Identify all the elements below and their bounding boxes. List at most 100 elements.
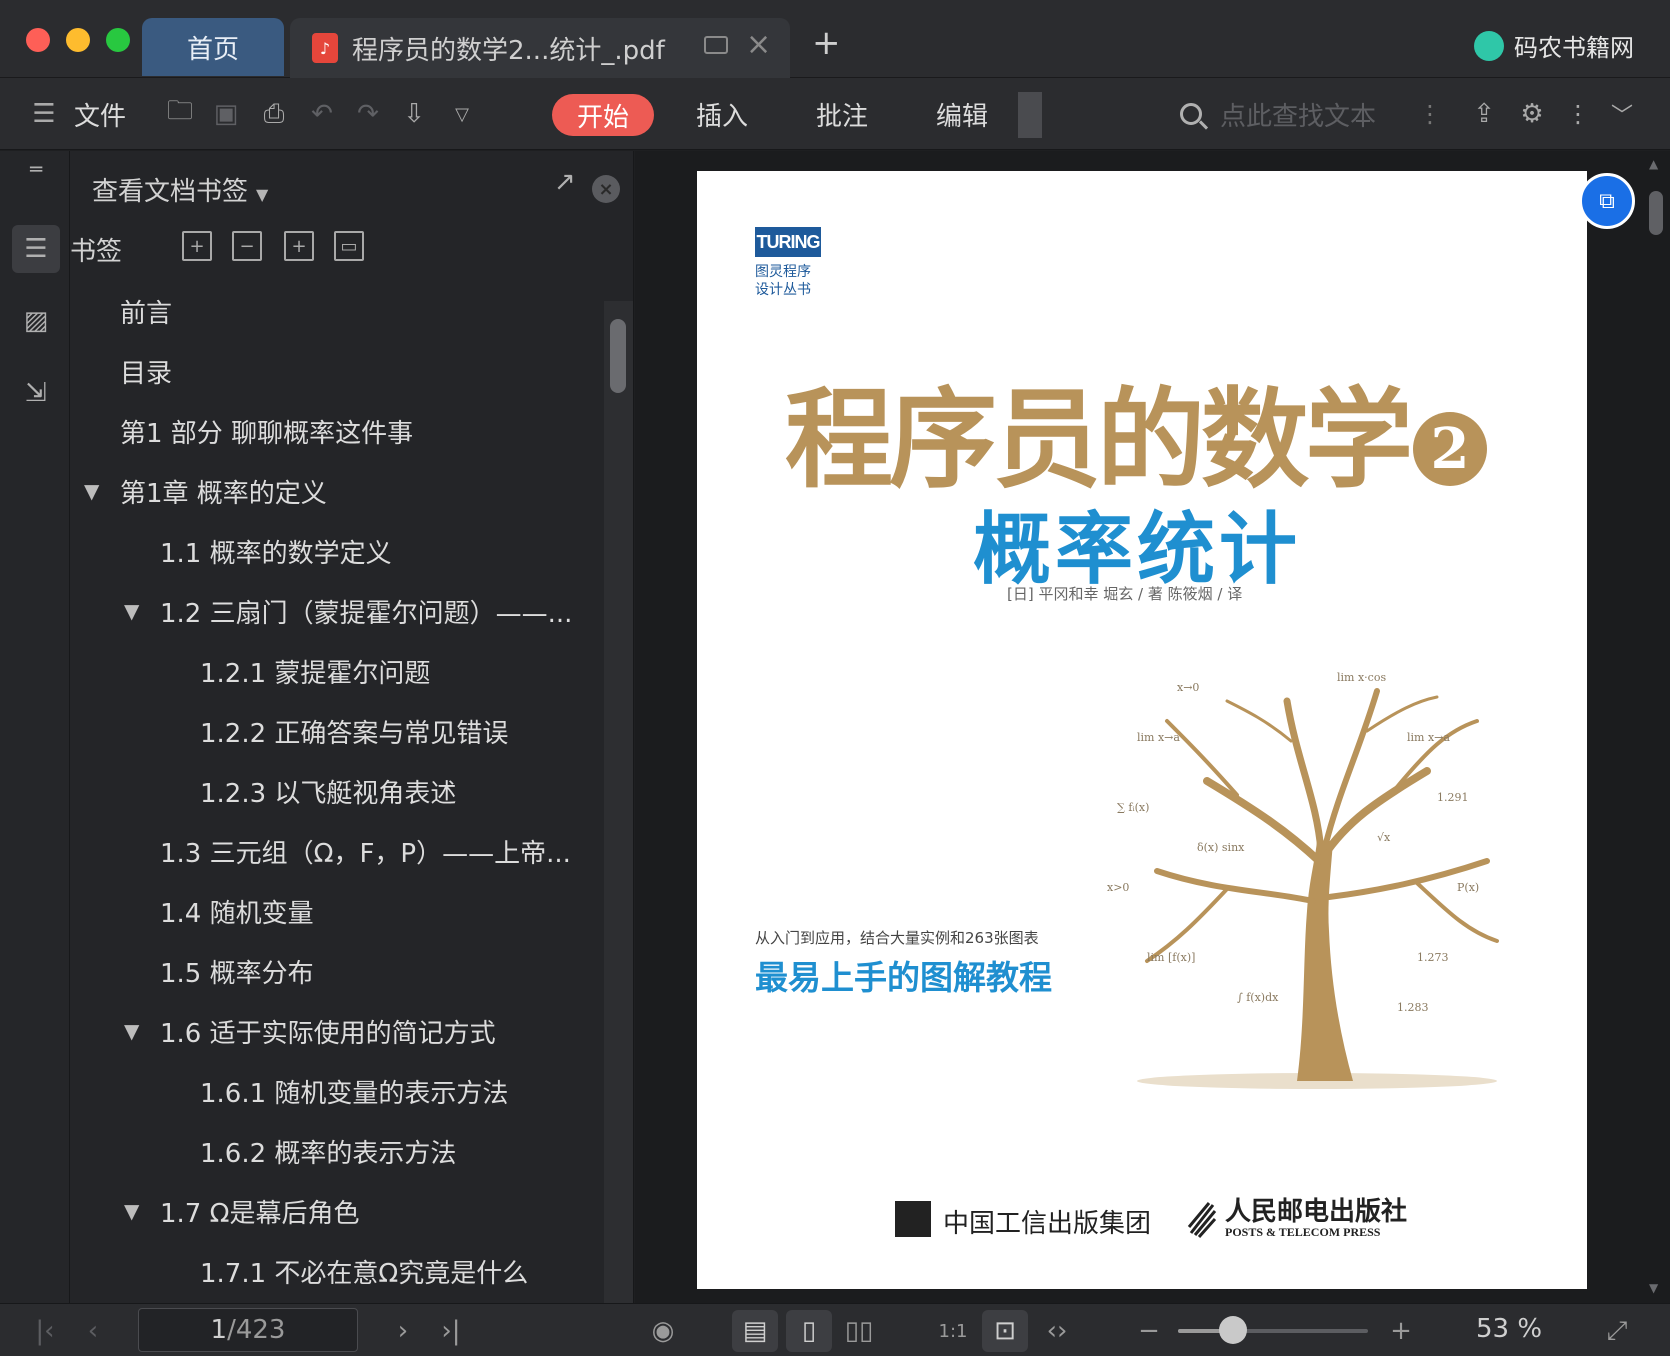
bookmark-panel: 查看文档书签 ▼ ↗ × 书签 + − + ▭ 前言 目录 第1 部分 聊聊概率这件事… [70,151,634,1303]
bookmark-item[interactable]: 1.6.2 概率的表示方法 [200,1121,456,1181]
share-icon[interactable]: ⇪ [1466,96,1502,132]
expand-arrow-icon[interactable]: ▼ [84,479,99,503]
first-page-icon[interactable]: |‹ [28,1314,62,1348]
rail-drag-handle-icon[interactable]: ═ [12,157,60,181]
expand-arrow-icon[interactable]: ▼ [124,599,139,623]
bookmark-scrollbar-thumb[interactable] [610,319,626,393]
scroll-up-arrow-icon[interactable]: ▲ [1649,157,1658,171]
current-page[interactable]: 1 [211,1315,228,1345]
svg-text:lim x→a: lim x→a [1407,731,1450,744]
redo-icon[interactable]: ↷ [350,96,386,132]
close-tab-icon[interactable]: × [746,30,771,60]
status-bar: |‹ ‹ 1/423 › ›| ◉ ▤ ▯ ▯▯ 1:1 ⊡ ‹› − + 53… [0,1303,1670,1356]
svg-text:∑ fᵢ(x): ∑ fᵢ(x) [1117,801,1149,814]
bookmark-section-label: 书签 [70,237,123,267]
new-tab-button[interactable]: + [812,26,841,60]
left-icon-rail: ═ ☰ ▨ ⇲ [0,151,70,1303]
zoom-window-button[interactable] [106,28,130,52]
fit-width-icon[interactable]: ‹› [1040,1314,1074,1348]
convert-word-icon[interactable]: ⇲ [12,369,60,417]
search-input[interactable]: 点此查找文本 [1220,96,1376,133]
bookmark-list-icon[interactable]: ☰ [12,225,60,273]
more-options-icon[interactable]: ⋮ [1560,96,1596,132]
bookmark-item[interactable]: 1.6 适于实际使用的简记方式 [160,1001,496,1061]
panel-title-label: 查看文档书签 [92,177,249,207]
scroll-down-arrow-icon[interactable]: ▼ [1649,1281,1658,1295]
bookmark-item[interactable]: 1.7.1 不必在意Ω究竟是什么 [200,1241,528,1301]
add-bookmark-icon[interactable]: + [182,231,212,261]
bookmark-item[interactable]: 第1 部分 聊聊概率这件事 [120,401,413,461]
panel-popout-icon[interactable]: ↗ [554,167,576,197]
search-box[interactable]: 点此查找文本 [1180,78,1376,150]
floating-convert-button[interactable]: ⧉ [1579,173,1635,229]
viewer-scrollbar-thumb[interactable] [1649,191,1663,235]
thumbnail-image-icon[interactable]: ▨ [12,297,60,345]
tab-document[interactable]: ♪ 程序员的数学2...统计_.pdf × [290,18,790,78]
bookmark-item[interactable]: 第1章 概率的定义 [120,461,327,521]
more-tools-chevron-icon[interactable]: ▽ [444,96,480,132]
minimize-window-button[interactable] [66,28,90,52]
tab-home[interactable]: 首页 [142,18,284,76]
bookmark-properties-icon[interactable]: ▭ [334,231,364,261]
bookmark-item[interactable]: 1.7 Ω是幕后角色 [160,1181,359,1241]
undo-icon[interactable]: ↶ [304,96,340,132]
bookmark-item[interactable]: 1.1 概率的数学定义 [160,521,392,581]
fullscreen-icon[interactable]: ⤢ [1600,1314,1634,1348]
panel-close-icon[interactable]: × [592,175,620,203]
toolbar-overflow-handle[interactable] [1018,92,1042,138]
cover-tree-illustration: lim x→a lim x→a ∑ fᵢ(x) 1.291 x>0 P(x) l… [1107,671,1499,1089]
pdf-page[interactable]: TURING 图灵程序 设计丛书 程序员的数学 2 概率统计 [日] 平冈和幸 堀… [697,171,1587,1289]
bookmark-item[interactable]: 1.3 三元组（Ω，F，P）——上帝... [160,821,571,881]
brand-logo-icon [1474,30,1504,61]
zoom-slider-knob[interactable] [1219,1316,1248,1344]
bookmark-item[interactable]: 1.2.1 蒙提霍尔问题 [200,641,430,701]
next-page-icon[interactable]: › [386,1314,420,1348]
fit-page-icon[interactable]: ⊡ [982,1310,1028,1352]
previous-page-icon[interactable]: ‹ [76,1314,110,1348]
last-page-icon[interactable]: ›| [434,1314,468,1348]
actual-size-icon[interactable]: 1:1 [936,1314,970,1348]
svg-text:x→0: x→0 [1177,681,1199,694]
export-word-icon[interactable]: ⇩ [396,96,432,132]
more-vertical-icon[interactable]: ⋮ [1412,96,1448,132]
bookmark-item[interactable]: 1.2 三扇门（蒙提霍尔问题）——... [160,581,572,641]
tab-start[interactable]: 开始 [552,94,654,136]
monitor-icon[interactable] [704,36,728,54]
tab-insert[interactable]: 插入 [696,78,748,150]
bookmark-scrollbar-track[interactable] [604,301,633,1303]
print-icon[interactable]: ⎙ [256,96,292,132]
bookmark-item[interactable]: 1.2.2 正确答案与常见错误 [200,701,508,761]
page-number-field[interactable]: 1/423 [138,1308,358,1352]
save-icon[interactable]: ▣ [208,96,244,132]
cover-authors: [日] 平冈和幸 堀玄 / 著 陈筱烟 / 译 [1007,585,1243,603]
continuous-scroll-icon[interactable]: ▤ [732,1310,778,1352]
zoom-out-icon[interactable]: − [1132,1314,1166,1348]
hamburger-menu-icon[interactable]: ☰ [26,96,62,132]
bookmark-item[interactable]: 目录 [120,341,172,401]
zoom-slider-track[interactable] [1178,1329,1368,1333]
remove-bookmark-icon[interactable]: − [232,231,262,261]
settings-gear-icon[interactable]: ⚙ [1514,96,1550,132]
bookmark-item[interactable]: 1.4 随机变量 [160,881,314,941]
bookmark-item[interactable]: 1.2.3 以飞艇视角表述 [200,761,456,821]
tab-annotate[interactable]: 批注 [816,78,868,150]
bookmark-item[interactable]: 1.5 概率分布 [160,941,314,1001]
two-page-icon[interactable]: ▯▯ [842,1314,876,1348]
single-page-icon[interactable]: ▯ [786,1310,832,1352]
svg-text:x>0: x>0 [1107,881,1129,894]
bookmark-item[interactable]: 前言 [120,281,172,341]
expand-arrow-icon[interactable]: ▼ [124,1019,139,1043]
tab-edit[interactable]: 编辑 [936,78,988,150]
collapse-chevron-down-icon[interactable]: ﹀ [1604,96,1640,132]
panel-title[interactable]: 查看文档书签 ▼ [92,171,268,208]
open-folder-icon[interactable]: 🗀 [162,96,198,132]
cover-title: 程序员的数学 2 [785,353,1488,509]
zoom-in-icon[interactable]: + [1384,1314,1418,1348]
expand-arrow-icon[interactable]: ▼ [124,1199,139,1223]
add-child-bookmark-icon[interactable]: + [284,231,314,261]
close-window-button[interactable] [26,28,50,52]
bookmark-item[interactable]: 1.6.1 随机变量的表示方法 [200,1061,508,1121]
zoom-level[interactable]: 53 % [1476,1314,1542,1344]
file-menu[interactable]: 文件 [74,78,126,150]
eye-protection-icon[interactable]: ◉ [646,1314,680,1348]
